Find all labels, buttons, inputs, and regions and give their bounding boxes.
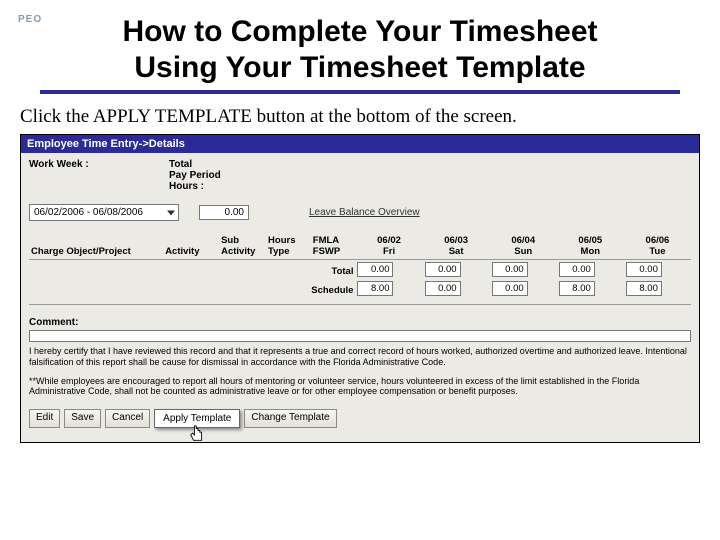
col-fmla: FMLAFSWP xyxy=(311,233,356,260)
col-sub-activity: SubActivity xyxy=(219,233,266,260)
instruction-text: Click the APPLY TEMPLATE button at the b… xyxy=(20,106,700,128)
total-pay-period-label: Total Pay Period Hours : xyxy=(169,159,221,192)
col-charge: Charge Object/Project xyxy=(29,233,163,260)
total-row-label: Total xyxy=(266,260,355,280)
change-template-button[interactable]: Change Template xyxy=(244,409,336,428)
certification-text: I hereby certify that I have reviewed th… xyxy=(29,346,691,368)
volunteer-note: **While employees are encouraged to repo… xyxy=(29,376,691,398)
cancel-button[interactable]: Cancel xyxy=(105,409,150,428)
edit-button[interactable]: Edit xyxy=(29,409,60,428)
col-activity: Activity xyxy=(163,233,219,260)
leave-balance-link[interactable]: Leave Balance Overview xyxy=(309,207,420,218)
button-toolbar: Edit Save Cancel Apply Template Change T… xyxy=(21,403,699,442)
logo: PEO xyxy=(18,14,42,25)
col-day-4: 06/06Tue xyxy=(624,233,691,260)
slide-title: How to Complete Your Timesheet Using You… xyxy=(40,14,680,94)
total-d1: 0.00 xyxy=(425,262,461,277)
schedule-d2: 0.00 xyxy=(492,281,528,296)
total-hours-value: 0.00 xyxy=(199,205,249,220)
total-d3: 0.00 xyxy=(559,262,595,277)
comment-input[interactable] xyxy=(29,330,691,342)
pointer-cursor-icon xyxy=(189,424,207,444)
workweek-label: Work Week : xyxy=(29,159,149,170)
comment-label: Comment: xyxy=(29,317,78,328)
col-day-1: 06/03Sat xyxy=(423,233,490,260)
schedule-row-label: Schedule xyxy=(266,279,355,298)
title-line-2: Using Your Timesheet Template xyxy=(134,51,585,84)
schedule-d4: 8.00 xyxy=(626,281,662,296)
timesheet-app: Employee Time Entry->Details Work Week :… xyxy=(20,134,700,443)
total-d4: 0.00 xyxy=(626,262,662,277)
total-row: Total 0.00 0.00 0.00 0.00 0.00 xyxy=(29,260,691,280)
schedule-d0: 8.00 xyxy=(357,281,393,296)
title-line-1: How to Complete Your Timesheet xyxy=(122,15,597,48)
total-d2: 0.00 xyxy=(492,262,528,277)
col-hours-type: HoursType xyxy=(266,233,311,260)
hours-grid: Charge Object/Project Activity SubActivi… xyxy=(29,233,691,298)
save-button[interactable]: Save xyxy=(64,409,101,428)
col-day-0: 06/02Fri xyxy=(355,233,422,260)
schedule-d1: 0.00 xyxy=(425,281,461,296)
col-day-2: 06/04Sun xyxy=(490,233,557,260)
schedule-d3: 8.00 xyxy=(559,281,595,296)
col-day-3: 06/05Mon xyxy=(557,233,624,260)
total-d0: 0.00 xyxy=(357,262,393,277)
apply-template-button[interactable]: Apply Template xyxy=(154,409,240,428)
schedule-row: Schedule 8.00 0.00 0.00 8.00 8.00 xyxy=(29,279,691,298)
workweek-select[interactable]: 06/02/2006 - 06/08/2006 xyxy=(29,204,179,221)
app-header: Employee Time Entry->Details xyxy=(21,135,699,153)
